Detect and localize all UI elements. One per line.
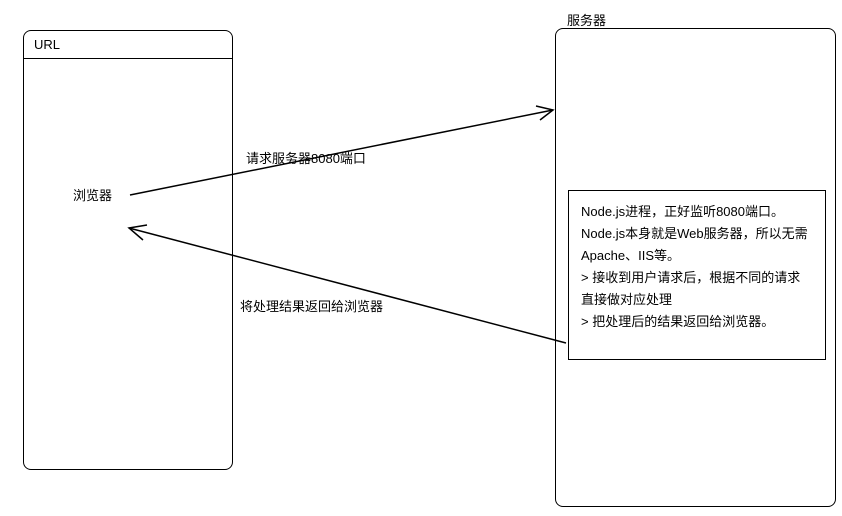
server-inner-box: Node.js进程，正好监听8080端口。Node.js本身就是Web服务器，所… bbox=[568, 190, 826, 360]
server-title-label: 服务器 bbox=[567, 10, 606, 29]
inner-line3: > 把处理后的结果返回给浏览器。 bbox=[581, 311, 813, 333]
url-header: URL bbox=[24, 31, 232, 59]
inner-line1: Node.js进程，正好监听8080端口。Node.js本身就是Web服务器，所… bbox=[581, 201, 813, 267]
url-label: URL bbox=[34, 37, 60, 52]
inner-line2: > 接收到用户请求后，根据不同的请求直接做对应处理 bbox=[581, 267, 813, 311]
browser-label: 浏览器 bbox=[73, 185, 112, 204]
request-arrow-label: 请求服务器8080端口 bbox=[246, 148, 366, 167]
response-arrow-label: 将处理结果返回给浏览器 bbox=[240, 296, 383, 315]
browser-box: URL bbox=[23, 30, 233, 470]
